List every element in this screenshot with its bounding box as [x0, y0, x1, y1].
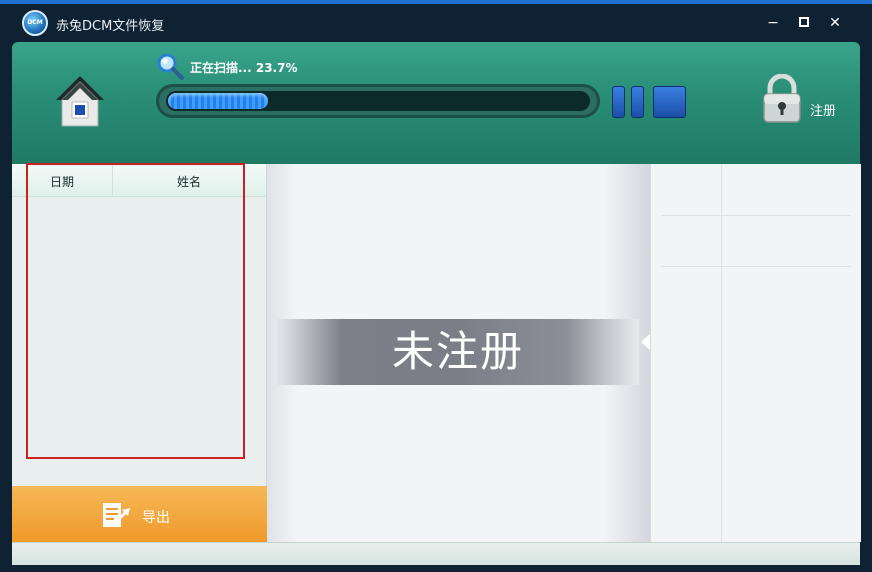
lock-icon[interactable] [760, 73, 804, 124]
home-button[interactable] [54, 74, 106, 128]
unregistered-text: 未注册 [391, 327, 524, 376]
window-title: 赤兔DCM文件恢复 [56, 19, 165, 34]
details-row-divider [661, 266, 851, 267]
pause-icon-bar [631, 86, 644, 118]
highlight-annotation [26, 163, 245, 459]
titlebar: DCM 赤兔DCM文件恢复 − ✕ [0, 4, 872, 42]
close-button[interactable]: ✕ [826, 14, 844, 32]
stop-button[interactable] [653, 86, 686, 118]
scan-status-text: 正在扫描... 23.7% [190, 61, 298, 75]
app-logo-icon: DCM [22, 10, 48, 36]
minimize-button[interactable]: − [764, 14, 782, 32]
export-icon [102, 502, 132, 528]
header-toolbar: 正在扫描... 23.7% 注册 [12, 42, 860, 164]
details-divider [721, 164, 722, 542]
search-icon [156, 52, 184, 80]
app-logo-text: DCM [27, 19, 43, 26]
maximize-icon [799, 17, 809, 27]
scan-progress-bar [156, 84, 600, 118]
panel-arrow-icon [641, 334, 650, 350]
pause-icon [612, 86, 625, 118]
home-icon [56, 76, 104, 127]
export-label: 导出 [142, 510, 170, 526]
register-button[interactable]: 注册 [810, 100, 836, 119]
details-row-divider [661, 215, 851, 216]
status-bar [12, 542, 860, 565]
maximize-button[interactable] [795, 14, 813, 32]
export-button[interactable]: 导出 [12, 486, 267, 542]
progress-fill [168, 93, 268, 109]
progress-inner [166, 91, 590, 111]
pause-button[interactable] [612, 86, 646, 118]
app-window: DCM 赤兔DCM文件恢复 − ✕ 正在扫描... 23.7% 注册 日期 姓名… [0, 0, 872, 572]
details-panel [650, 164, 861, 542]
